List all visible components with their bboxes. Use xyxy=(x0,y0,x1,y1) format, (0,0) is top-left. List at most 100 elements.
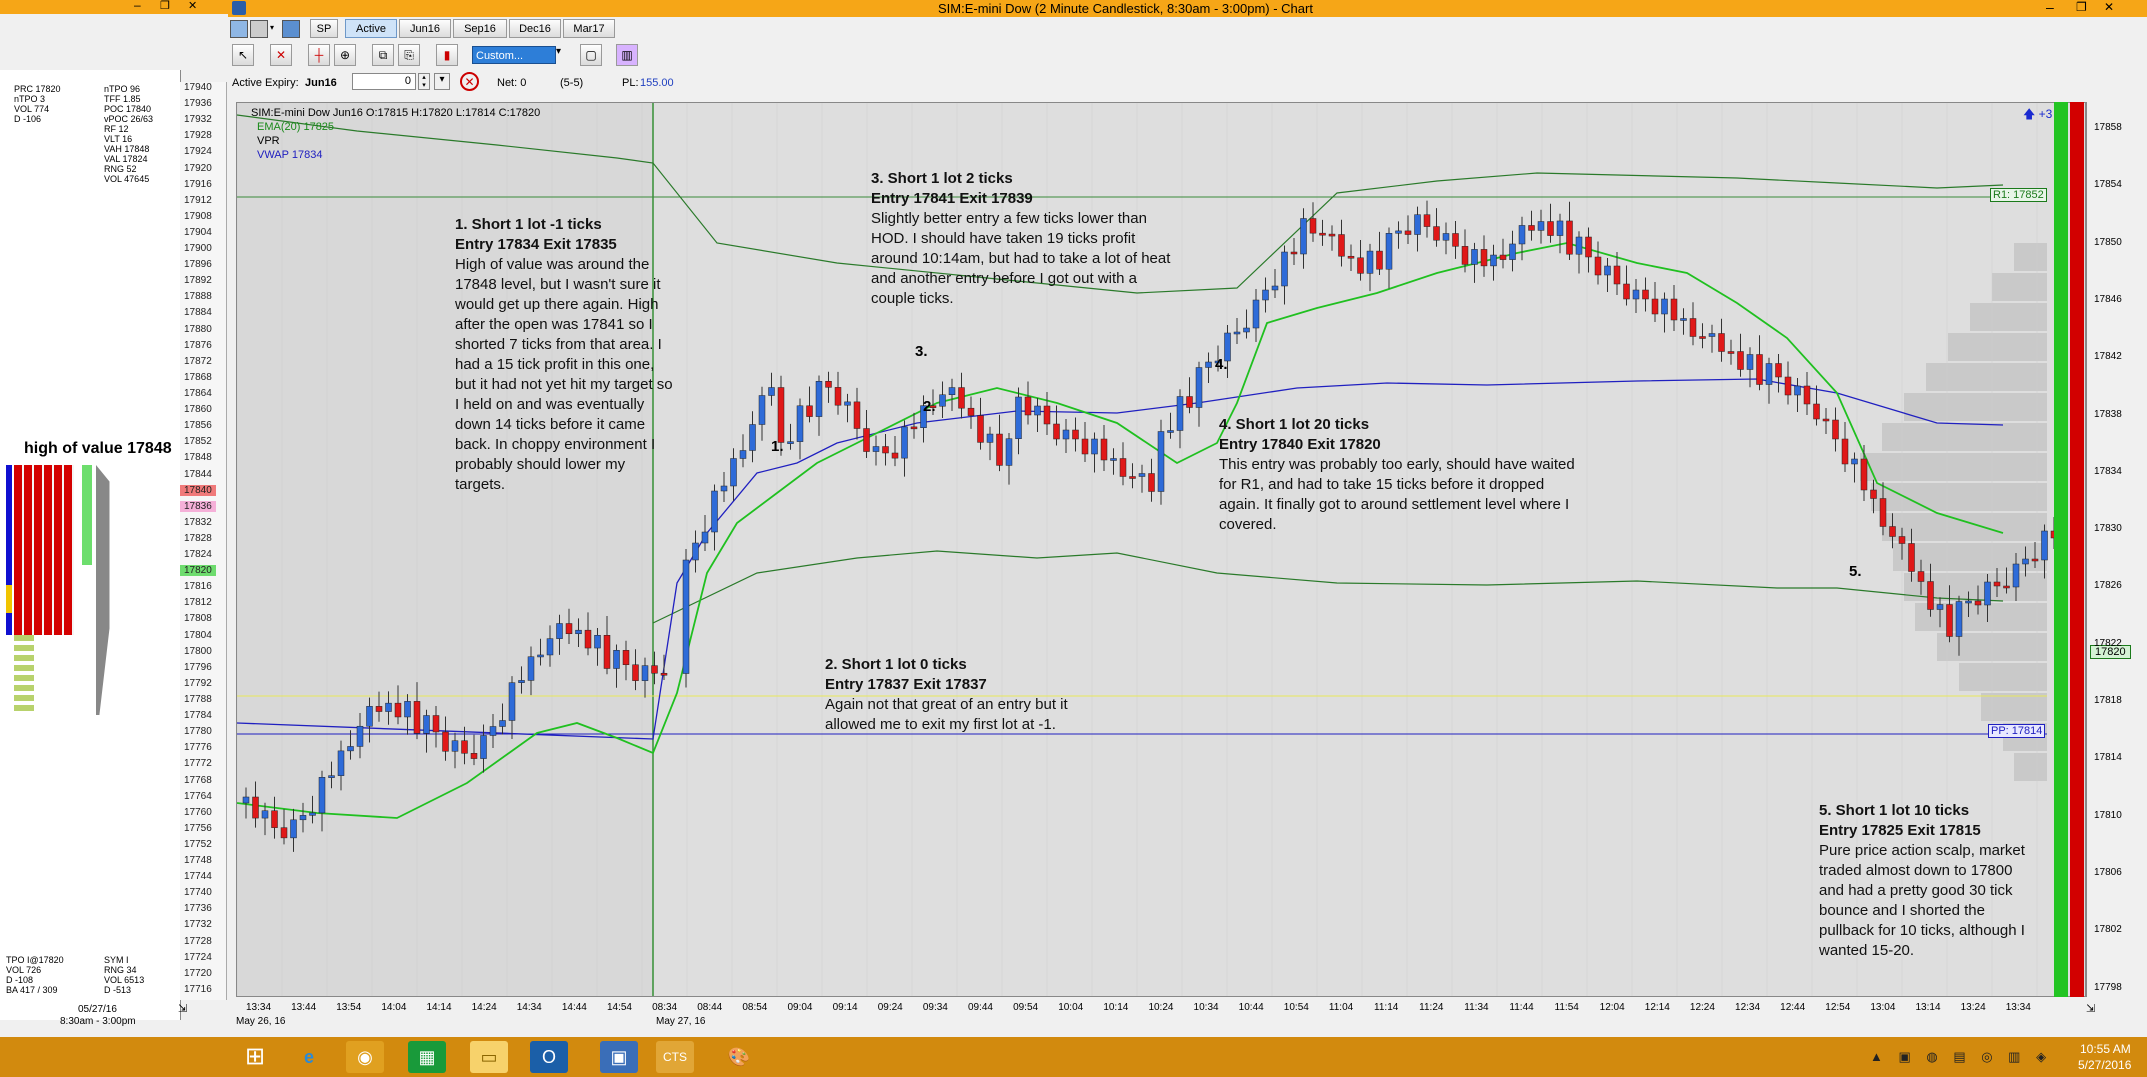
chevron-down-icon[interactable]: ▾ xyxy=(556,46,561,57)
ladder-price[interactable]: 17880 xyxy=(184,324,212,335)
ladder-price[interactable]: 17748 xyxy=(184,855,212,866)
close-icon[interactable]: ✕ xyxy=(188,0,197,12)
ladder-price[interactable]: 17856 xyxy=(184,420,212,431)
ladder-price[interactable]: 17920 xyxy=(184,163,212,174)
ladder-price[interactable]: 17888 xyxy=(184,291,212,302)
ladder-price[interactable]: 17932 xyxy=(184,114,212,125)
ladder-price[interactable]: 17780 xyxy=(184,726,212,737)
ladder-price[interactable]: 17936 xyxy=(184,98,212,109)
tab-mar17[interactable]: Mar17 xyxy=(563,19,615,38)
ladder-price[interactable]: 17924 xyxy=(184,146,212,157)
cancel-icon[interactable]: ✕ xyxy=(270,44,292,66)
stepper-icon[interactable]: ▴ ▾ xyxy=(418,73,430,90)
arrow-up-icon[interactable]: 🡅 +3 xyxy=(2023,105,2052,126)
ladder-price[interactable]: 17776 xyxy=(184,742,212,753)
paste-icon[interactable]: ⎘ xyxy=(398,44,420,66)
window-icon[interactable]: ▢ xyxy=(580,44,602,66)
ladder-price[interactable]: 17896 xyxy=(184,259,212,270)
ladder-price[interactable]: 17844 xyxy=(184,469,212,480)
ladder-price[interactable]: 17900 xyxy=(184,243,212,254)
ladder-price[interactable]: 17884 xyxy=(184,307,212,318)
ladder-price[interactable]: 17736 xyxy=(184,903,212,914)
app-icon[interactable]: ▣ xyxy=(600,1041,638,1073)
scroll-corner-icon[interactable]: ⇲ xyxy=(178,1002,187,1015)
ladder-price[interactable]: 17904 xyxy=(184,227,212,238)
ladder-price[interactable]: 17756 xyxy=(184,823,212,834)
ladder-price[interactable]: 17716 xyxy=(184,984,212,995)
ie-icon[interactable]: e xyxy=(290,1041,328,1073)
dropdown-icon[interactable]: ▾ xyxy=(270,20,278,36)
paint-icon[interactable]: 🎨 xyxy=(720,1041,758,1073)
tray-icons[interactable]: ▲ ▣ ◍ ▤ ◎ ▥ ◈ xyxy=(1870,1049,2052,1065)
store-icon[interactable]: ▦ xyxy=(408,1041,446,1073)
print-icon[interactable] xyxy=(250,20,268,38)
ladder-price[interactable]: 17912 xyxy=(184,195,212,206)
ladder-price[interactable]: 17760 xyxy=(184,807,212,818)
outlook-icon[interactable]: O xyxy=(530,1041,568,1073)
ladder-price[interactable]: 17876 xyxy=(184,340,212,351)
dom-icon[interactable]: ▥ xyxy=(616,44,638,66)
ladder-price[interactable]: 17800 xyxy=(184,646,212,657)
tab-sep16[interactable]: Sep16 xyxy=(453,19,507,38)
ladder-price[interactable]: 17848 xyxy=(184,452,212,463)
ladder-price[interactable]: 17820 xyxy=(180,565,216,577)
ladder-price[interactable]: 17720 xyxy=(184,968,212,979)
ladder-price[interactable]: 17872 xyxy=(184,356,212,367)
copy-icon[interactable]: ⧉ xyxy=(372,44,394,66)
template-select[interactable]: Custom... xyxy=(472,46,556,64)
ladder-price[interactable]: 17852 xyxy=(184,436,212,447)
start-icon[interactable]: ⊞ xyxy=(236,1041,274,1073)
ladder-price[interactable]: 17812 xyxy=(184,597,212,608)
scroll-corner-icon[interactable]: ⇲ xyxy=(2086,1002,2095,1015)
cursor-icon[interactable]: ↖ xyxy=(232,44,254,66)
ladder-price[interactable]: 17840 xyxy=(180,484,216,496)
restore-icon[interactable]: ❐ xyxy=(2076,0,2087,14)
close-icon[interactable]: ✕ xyxy=(2104,0,2114,14)
ladder-price[interactable]: 17784 xyxy=(184,710,212,721)
ladder-price[interactable]: 17836 xyxy=(180,500,216,512)
ladder-price[interactable]: 17928 xyxy=(184,130,212,141)
chart-icon[interactable] xyxy=(230,20,248,38)
ladder-price[interactable]: 17828 xyxy=(184,533,212,544)
ladder-price[interactable]: 17732 xyxy=(184,919,212,930)
cts-icon[interactable]: CTS xyxy=(656,1041,694,1073)
crosshair-icon[interactable]: ┼ xyxy=(308,44,330,66)
layout-icon[interactable] xyxy=(282,20,300,38)
chrome-icon[interactable]: ◉ xyxy=(346,1041,384,1073)
ladder-price[interactable]: 17740 xyxy=(184,887,212,898)
ladder-price[interactable]: 17728 xyxy=(184,936,212,947)
tab-dec16[interactable]: Dec16 xyxy=(509,19,561,38)
ladder-price[interactable]: 17796 xyxy=(184,662,212,673)
restore-icon[interactable]: ❐ xyxy=(160,0,170,12)
target-icon[interactable]: ⊕ xyxy=(334,44,356,66)
chevron-down-icon[interactable]: ▾ xyxy=(434,73,450,90)
folder-icon[interactable]: ▭ xyxy=(470,1041,508,1073)
qty-input[interactable]: 0 xyxy=(352,73,416,90)
ladder-price[interactable]: 17832 xyxy=(184,517,212,528)
ladder-price[interactable]: 17868 xyxy=(184,372,212,383)
ladder-price[interactable]: 17940 xyxy=(184,82,212,93)
chart-area[interactable]: SIM:E-mini Dow Jun16 O:17815 H:17820 L:1… xyxy=(236,102,2086,997)
ladder-price[interactable]: 17916 xyxy=(184,179,212,190)
candle-icon[interactable]: ▮ xyxy=(436,44,458,66)
ladder-price[interactable]: 17804 xyxy=(184,630,212,641)
ladder-price[interactable]: 17752 xyxy=(184,839,212,850)
flatten-button[interactable]: ✕ xyxy=(460,72,479,91)
ladder-price[interactable]: 17788 xyxy=(184,694,212,705)
ladder-price[interactable]: 17792 xyxy=(184,678,212,689)
ladder-price[interactable]: 17824 xyxy=(184,549,212,560)
symbol-select[interactable]: SP xyxy=(310,19,338,38)
tab-jun16[interactable]: Jun16 xyxy=(399,19,451,38)
ladder-price[interactable]: 17764 xyxy=(184,791,212,802)
ladder-price[interactable]: 17768 xyxy=(184,775,212,786)
ladder-price[interactable]: 17892 xyxy=(184,275,212,286)
minimize-icon[interactable]: – xyxy=(134,0,141,12)
ladder-price[interactable]: 17864 xyxy=(184,388,212,399)
tab-active[interactable]: Active xyxy=(345,19,397,38)
ladder-price[interactable]: 17860 xyxy=(184,404,212,415)
ladder-price[interactable]: 17808 xyxy=(184,613,212,624)
ladder-price[interactable]: 17816 xyxy=(184,581,212,592)
ladder-price[interactable]: 17772 xyxy=(184,758,212,769)
ladder-price[interactable]: 17724 xyxy=(184,952,212,963)
ladder-price[interactable]: 17908 xyxy=(184,211,212,222)
